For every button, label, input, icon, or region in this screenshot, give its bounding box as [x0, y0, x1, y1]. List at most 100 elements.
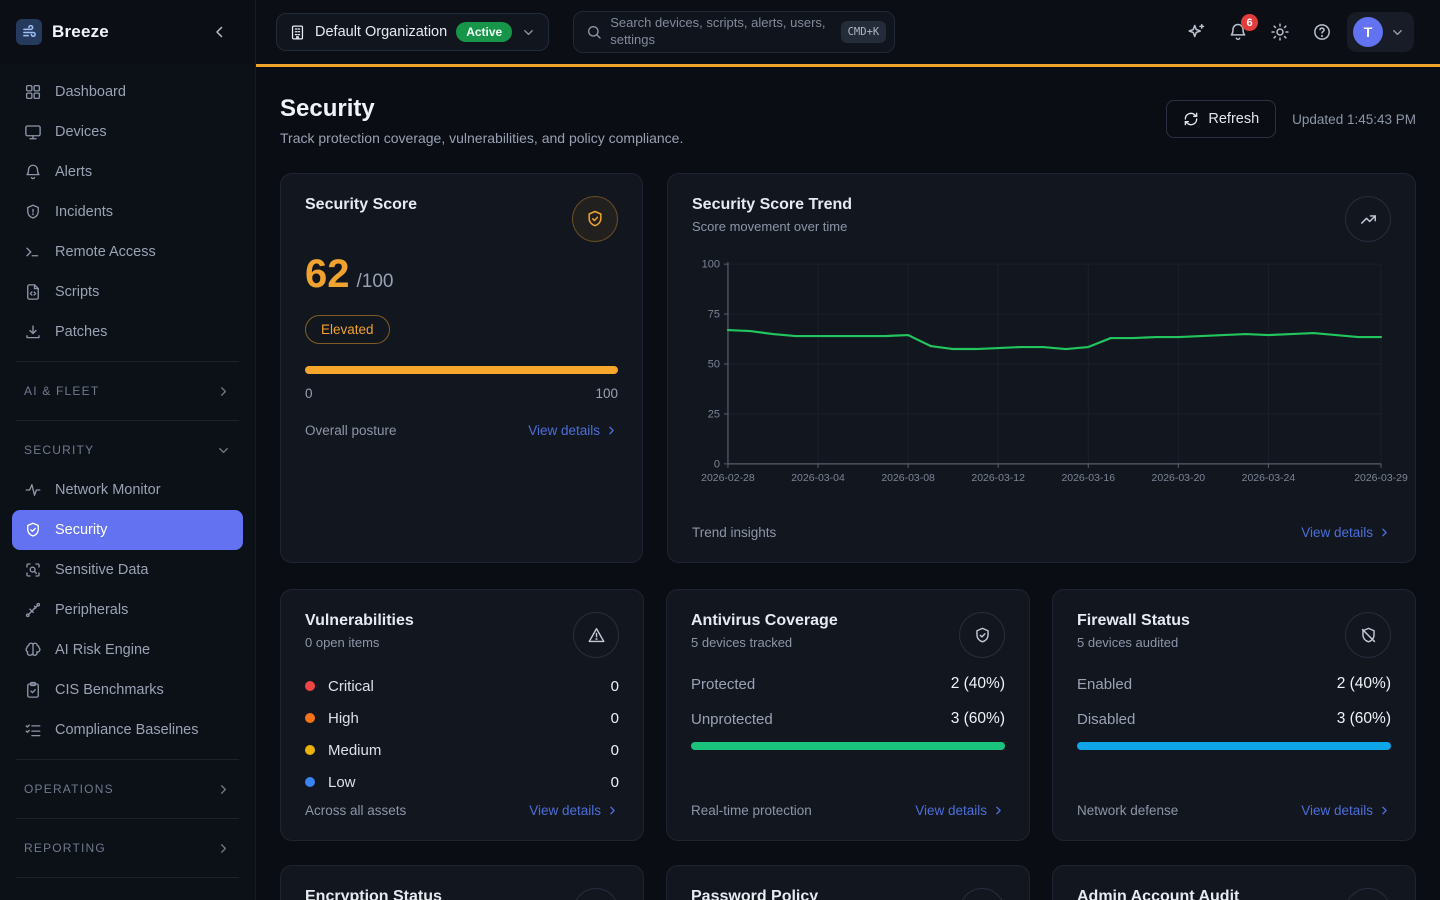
section-label: OPERATIONS [24, 782, 114, 796]
sidebar-collapse-button[interactable] [203, 15, 237, 49]
card-subtitle: 5 devices tracked [691, 635, 838, 650]
sidebar-item-incidents[interactable]: Incidents [12, 192, 243, 232]
sidebar-item-label: AI Risk Engine [55, 642, 150, 658]
sparkles-icon [1186, 22, 1207, 43]
sidebar-item-cis-benchmarks[interactable]: CIS Benchmarks [12, 670, 243, 710]
chevron-left-icon [211, 23, 229, 41]
help-button[interactable] [1305, 15, 1339, 49]
user-icon [1345, 888, 1391, 900]
sidebar-section-settings[interactable]: SETTINGS [12, 887, 243, 900]
notification-count-badge: 6 [1241, 14, 1258, 31]
list-checks-icon [24, 721, 42, 739]
sidebar-item-devices[interactable]: Devices [12, 112, 243, 152]
card-title: Antivirus Coverage [691, 612, 838, 630]
sidebar-item-dashboard[interactable]: Dashboard [12, 72, 243, 112]
svg-text:0: 0 [714, 458, 720, 470]
security-score-card: Security Score 62 /100 Elevated 0 100 Ov… [280, 173, 643, 563]
link-label: View details [1301, 803, 1373, 818]
card-footer-label: Overall posture [305, 423, 397, 438]
sidebar-item-remote-access[interactable]: Remote Access [12, 232, 243, 272]
sidebar-item-label: Security [55, 522, 107, 538]
sidebar-item-network-monitor[interactable]: Network Monitor [12, 470, 243, 510]
divider [16, 759, 239, 760]
severity-count: 0 [611, 678, 619, 695]
avatar: T [1353, 17, 1383, 47]
building-icon [289, 24, 306, 41]
theme-toggle-button[interactable] [1263, 15, 1297, 49]
card-subtitle: Score movement over time [692, 219, 852, 234]
chevron-down-icon [216, 443, 231, 458]
severity-label: High [328, 710, 359, 727]
sidebar-section-operations[interactable]: OPERATIONS [12, 769, 243, 809]
view-details-link[interactable]: View details [915, 803, 1005, 818]
dashboard-icon [24, 83, 42, 101]
stat-label: Enabled [1077, 676, 1132, 693]
card-title: Security Score Trend [692, 196, 852, 214]
severity-label: Low [328, 774, 356, 791]
chevron-right-icon [605, 424, 618, 437]
sidebar-item-scripts[interactable]: Scripts [12, 272, 243, 312]
sidebar-item-label: Remote Access [55, 244, 156, 260]
sidebar-item-label: Peripherals [55, 602, 128, 618]
score-progress-bar [305, 366, 618, 374]
sidebar-item-ai-risk-engine[interactable]: AI Risk Engine [12, 630, 243, 670]
last-updated: Updated 1:45:43 PM [1292, 112, 1416, 127]
clipboard-check-icon [24, 681, 42, 699]
ai-assistant-button[interactable] [1179, 15, 1213, 49]
topbar: Breeze Default Organization Active Searc… [0, 0, 1440, 64]
view-details-link[interactable]: View details [1301, 803, 1391, 818]
admin-account-audit-card: Admin Account Audit [1052, 865, 1416, 900]
chevron-down-icon [521, 25, 536, 40]
chevron-right-icon [216, 782, 231, 797]
divider [16, 361, 239, 362]
sidebar-section-security[interactable]: SECURITY [12, 430, 243, 470]
shield-off-icon [1345, 612, 1391, 658]
vulnerabilities-card: Vulnerabilities 0 open items Critical 0 … [280, 589, 644, 841]
stat-label: Disabled [1077, 711, 1135, 728]
svg-text:75: 75 [708, 309, 720, 321]
page-title: Security [280, 95, 683, 123]
sidebar-item-label: Dashboard [55, 84, 126, 100]
sidebar-item-alerts[interactable]: Alerts [12, 152, 243, 192]
stat-label: Protected [691, 676, 755, 693]
activity-icon [24, 481, 42, 499]
card-subtitle: 5 devices audited [1077, 635, 1190, 650]
user-menu[interactable]: T [1347, 12, 1414, 52]
sidebar-item-label: Patches [55, 324, 107, 340]
shield-check-icon [572, 196, 618, 242]
severity-dot [305, 745, 315, 755]
sidebar-item-sensitive-data[interactable]: Sensitive Data [12, 550, 243, 590]
divider [16, 420, 239, 421]
view-details-link[interactable]: View details [528, 423, 618, 438]
severity-dot [305, 713, 315, 723]
svg-text:25: 25 [708, 408, 720, 420]
sidebar-item-security[interactable]: Security [12, 510, 243, 550]
organization-selector[interactable]: Default Organization Active [276, 13, 549, 51]
chevron-right-icon [216, 841, 231, 856]
sidebar-item-compliance-baselines[interactable]: Compliance Baselines [12, 710, 243, 750]
severity-label: Medium [328, 742, 381, 759]
card-title: Security Score [305, 196, 417, 214]
severity-label: Critical [328, 678, 374, 695]
sidebar-section-ai-fleet[interactable]: AI & FLEET [12, 371, 243, 411]
brain-icon [24, 641, 42, 659]
view-details-link[interactable]: View details [1301, 525, 1391, 540]
stat-value: 2 (40%) [951, 675, 1005, 693]
search-input[interactable]: Search devices, scripts, alerts, users, … [573, 11, 895, 53]
refresh-icon [1183, 111, 1199, 127]
breeze-logo-icon [16, 19, 42, 45]
sidebar-item-label: Network Monitor [55, 482, 161, 498]
refresh-button[interactable]: Refresh [1166, 100, 1276, 138]
firewall-status-card: Firewall Status 5 devices audited Enable… [1052, 589, 1416, 841]
link-label: View details [528, 423, 600, 438]
coverage-bar [691, 742, 1005, 750]
sidebar-item-peripherals[interactable]: Peripherals [12, 590, 243, 630]
card-title: Firewall Status [1077, 612, 1190, 630]
severity-dot [305, 777, 315, 787]
view-details-link[interactable]: View details [529, 803, 619, 818]
shield-check-icon [959, 612, 1005, 658]
sidebar-section-reporting[interactable]: REPORTING [12, 828, 243, 868]
svg-text:2026-03-29: 2026-03-29 [1354, 473, 1408, 484]
refresh-label: Refresh [1208, 111, 1259, 127]
sidebar-item-patches[interactable]: Patches [12, 312, 243, 352]
